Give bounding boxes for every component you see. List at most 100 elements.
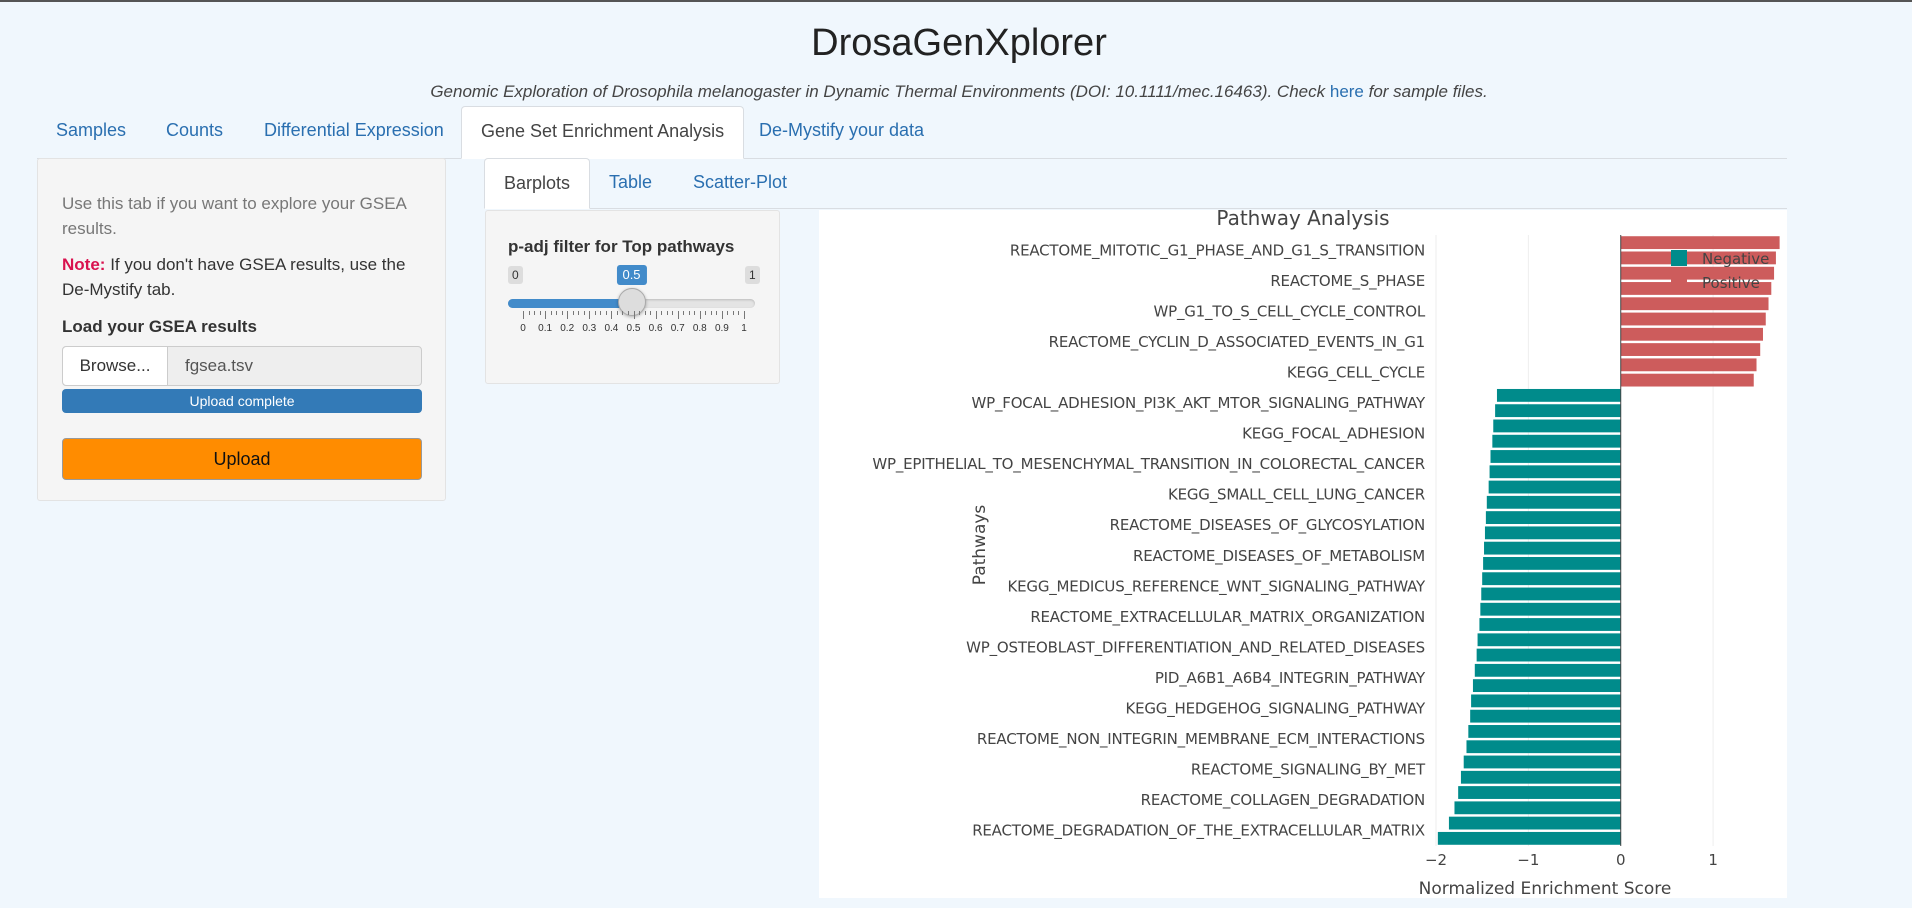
chart-bar-positive	[1620, 343, 1761, 356]
chart-bar-negative	[1479, 618, 1621, 631]
slider-tick	[721, 311, 723, 319]
upload-button[interactable]: Upload	[62, 438, 422, 480]
load-results-label: Load your GSEA results	[62, 317, 257, 336]
slider-tick	[677, 311, 679, 319]
chart-bar-positive	[1620, 373, 1754, 387]
chart-category-label: WP_FOCAL_ADHESION_PI3K_AKT_MTOR_SIGNALIN…	[972, 394, 1427, 413]
slider-tick-label: 0.6	[648, 323, 663, 334]
chart-x-axis-label: Normalized Enrichment Score	[1419, 879, 1672, 898]
chart-category-label: REACTOME_COLLAGEN_DEGRADATION	[1141, 791, 1425, 810]
chart-bar-positive	[1620, 327, 1763, 341]
slider-tick	[639, 311, 641, 315]
app-subtitle: Genomic Exploration of Drosophila melano…	[0, 82, 1912, 102]
tab-de-mystify[interactable]: De-Mystify your data	[740, 106, 943, 158]
slider-tick-label: 0.8	[692, 323, 707, 334]
chart-bar-negative	[1468, 725, 1621, 738]
chart-category-label: REACTOME_CYCLIN_D_ASSOCIATED_EVENTS_IN_G…	[1049, 333, 1425, 352]
chart-category-label: PID_A6B1_A6B4_INTEGRIN_PATHWAY	[1155, 669, 1426, 688]
chart-y-axis-label: Pathways	[970, 505, 990, 586]
slider-tick	[738, 311, 740, 315]
chart-category-label: REACTOME_NON_INTEGRIN_MEMBRANE_ECM_INTER…	[977, 730, 1425, 749]
gsea-sidebar-panel: Use this tab if you want to explore your…	[37, 158, 446, 501]
chart-bar-negative	[1454, 801, 1621, 815]
upload-progress-bar: Upload complete	[62, 389, 422, 413]
chart-bar-negative	[1458, 786, 1621, 799]
chart-x-tick-label: −1	[1517, 851, 1539, 869]
chart-bar-negative	[1483, 556, 1621, 570]
slider-tick	[644, 311, 646, 315]
chart-bar-negative	[1488, 480, 1621, 494]
chart-bar-negative	[1470, 709, 1621, 723]
pathway-barplot: REACTOME_MITOTIC_G1_PHASE_AND_G1_S_TRANS…	[819, 210, 1787, 898]
chart-bar-positive	[1620, 236, 1780, 250]
tab-scatter-plot[interactable]: Scatter-Plot	[674, 158, 806, 208]
app-title: DrosaGenXplorer	[811, 22, 1107, 64]
slider-tick	[633, 311, 635, 319]
note-label: Note:	[62, 255, 106, 274]
slider-tick	[616, 311, 618, 315]
slider-fill	[508, 299, 632, 308]
legend-label-negative: Negative	[1702, 250, 1769, 268]
chart-bar-negative	[1466, 740, 1621, 754]
chart-bar-negative	[1482, 572, 1621, 586]
sample-files-link[interactable]: here	[1330, 82, 1364, 101]
subtitle-suffix: for sample files.	[1368, 82, 1488, 101]
tab-gene-set-enrichment-analysis[interactable]: Gene Set Enrichment Analysis	[461, 106, 745, 159]
file-name-field[interactable]: fgsea.tsv	[185, 347, 253, 385]
slider-tick	[611, 311, 613, 319]
chart-category-label: KEGG_MEDICUS_REFERENCE_WNT_SIGNALING_PAT…	[1008, 577, 1427, 596]
chart-category-label: REACTOME_SIGNALING_BY_MET	[1191, 761, 1426, 780]
file-input: Browse... fgsea.tsv	[62, 346, 422, 386]
slider-tick	[727, 311, 729, 315]
slider-tick	[556, 311, 558, 315]
slider-tick	[545, 311, 547, 319]
sub-tab-bar: Barplots Table Scatter-Plot	[484, 158, 1787, 209]
slider-tick-label: 0.5	[626, 323, 641, 334]
slider-tick	[622, 311, 624, 315]
slider-tick	[567, 311, 569, 319]
sidebar-help-text: Use this tab if you want to explore your…	[62, 194, 406, 238]
slider-min-label: 0	[508, 266, 523, 284]
slider-tick-label: 1	[741, 323, 747, 334]
chart-category-label: REACTOME_DISEASES_OF_METABOLISM	[1133, 547, 1425, 566]
slider-tick	[589, 311, 591, 319]
slider-tick	[528, 311, 530, 315]
tab-differential-expression[interactable]: Differential Expression	[245, 106, 463, 158]
chart-bar-negative	[1493, 419, 1621, 433]
legend-label-positive: Positive	[1702, 274, 1760, 292]
chart-bar-negative	[1489, 465, 1621, 479]
chart-category-label: KEGG_SMALL_CELL_LUNG_CANCER	[1168, 486, 1425, 505]
chart-bar-negative	[1495, 404, 1621, 418]
slider-tick-label: 0	[520, 323, 526, 334]
slider-tick	[578, 311, 580, 315]
slider-tick	[534, 311, 536, 315]
chart-category-label: KEGG_HEDGEHOG_SIGNALING_PATHWAY	[1125, 700, 1426, 719]
slider-tick	[732, 311, 734, 315]
slider-tick	[683, 311, 685, 315]
slider-tick	[561, 311, 563, 315]
slider-tick	[550, 311, 552, 315]
chart-category-label: WP_EPITHELIAL_TO_MESENCHYMAL_TRANSITION_…	[872, 455, 1425, 474]
slider-tick-label: 0.2	[560, 323, 575, 334]
tab-counts[interactable]: Counts	[147, 106, 242, 158]
padj-filter-label: p-adj filter for Top pathways	[508, 237, 735, 256]
slider-tick	[594, 311, 596, 315]
chart-category-label: WP_G1_TO_S_CELL_CYCLE_CONTROL	[1153, 302, 1425, 321]
chart-bar-negative	[1476, 648, 1621, 662]
chart-bar-negative	[1472, 679, 1621, 693]
browse-button[interactable]: Browse...	[63, 347, 168, 385]
slider-tick	[600, 311, 602, 315]
tab-barplots[interactable]: Barplots	[484, 158, 591, 209]
chart-category-label: KEGG_CELL_CYCLE	[1287, 363, 1425, 382]
tab-samples[interactable]: Samples	[37, 106, 145, 158]
slider-value-label: 0.5	[616, 265, 647, 285]
slider-tick	[539, 311, 541, 315]
slider-tick-label: 0.7	[670, 323, 685, 334]
tab-table[interactable]: Table	[590, 158, 671, 208]
slider-tick	[666, 311, 668, 315]
chart-bar-negative	[1484, 526, 1621, 540]
main-tab-bar: Samples Counts Differential Expression G…	[37, 106, 1787, 159]
slider-tick-label: 0.9	[714, 323, 729, 334]
chart-category-label: REACTOME_MITOTIC_G1_PHASE_AND_G1_S_TRANS…	[1010, 241, 1425, 260]
chart-bar-negative	[1437, 831, 1621, 845]
